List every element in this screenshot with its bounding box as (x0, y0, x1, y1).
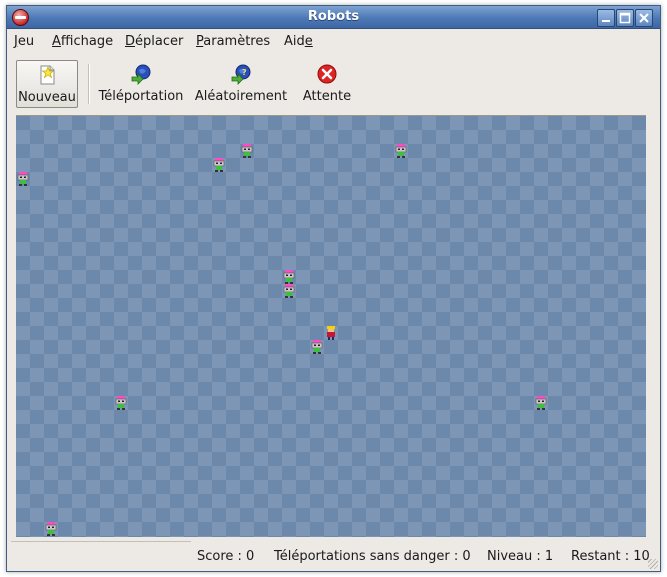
wait-icon (317, 64, 337, 84)
game-board[interactable] (16, 115, 646, 537)
wait-label: Attente (302, 89, 352, 104)
random-teleport-label: Aléatoirement (194, 89, 288, 104)
teleport-label: Téléportation (98, 89, 184, 104)
svg-text:?: ? (242, 68, 247, 77)
menu-parametres[interactable]: Paramètres (196, 34, 270, 49)
minimize-icon (602, 20, 610, 22)
robot-icon (283, 270, 295, 284)
robot-icon (535, 396, 547, 410)
maximize-button[interactable] (616, 9, 634, 27)
maximize-icon (619, 12, 631, 24)
teleport-button[interactable]: Téléportation (97, 60, 185, 106)
menu-jeu[interactable]: Jeu (14, 34, 34, 49)
teleport-icon (131, 64, 151, 85)
window-title: Robots (307, 9, 360, 24)
robot-icon (45, 522, 57, 536)
level-text: Niveau : 1 (487, 549, 554, 564)
robot-icon (17, 172, 29, 186)
status-bar: Score : 0 Téléportations sans danger : 0… (7, 541, 660, 571)
close-icon (639, 13, 649, 23)
robot-icon (241, 144, 253, 158)
remaining-text: Restant : 10 (571, 549, 650, 564)
new-game-label: Nouveau (18, 90, 76, 105)
title-bar[interactable]: Robots (7, 6, 660, 29)
menu-affichage[interactable]: Affichage (52, 34, 113, 49)
wait-button[interactable]: Attente (297, 60, 357, 106)
robot-icon (395, 144, 407, 158)
new-game-icon (40, 65, 55, 85)
toolbar: Nouveau Téléportation ? Aléatoirement At… (7, 54, 660, 110)
minimize-button[interactable] (597, 9, 615, 27)
robot-icon (283, 284, 295, 298)
robot-icon (115, 396, 127, 410)
toolbar-separator (88, 64, 90, 104)
safe-teleports-text: Téléportations sans danger : 0 (274, 549, 471, 564)
menu-deplacer[interactable]: Déplacer (125, 34, 183, 49)
score-text: Score : 0 (197, 549, 255, 564)
player-icon (325, 326, 337, 340)
menu-bar: Jeu Affichage Déplacer Paramètres Aide (7, 29, 660, 53)
new-game-button[interactable]: Nouveau (16, 60, 78, 108)
resize-grip[interactable] (648, 559, 658, 569)
robot-icon (311, 340, 323, 354)
robots-window: Robots Jeu Affichage Déplacer Paramètres… (6, 5, 661, 572)
random-teleport-button[interactable]: ? Aléatoirement (193, 60, 289, 106)
random-teleport-icon: ? (231, 64, 251, 85)
close-button[interactable] (635, 9, 653, 27)
robot-icon (213, 158, 225, 172)
menu-aide[interactable]: Aide (284, 34, 313, 49)
status-progress-area (11, 541, 191, 542)
